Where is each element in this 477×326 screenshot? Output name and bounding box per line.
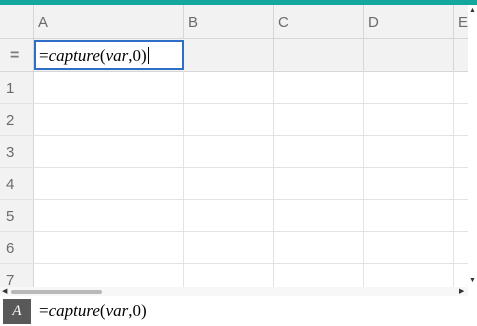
column-divider	[183, 71, 184, 287]
table-row[interactable]: 3	[0, 136, 468, 168]
row-header[interactable]: 1	[0, 72, 34, 103]
entry-arg2: 0	[132, 301, 142, 320]
formula-func: capture	[48, 46, 100, 65]
triangle-up-icon[interactable]: ▲	[469, 7, 476, 14]
row-number: 1	[6, 80, 15, 97]
scrollbar-thumb[interactable]	[11, 290, 102, 294]
column-header-c-label: C	[278, 14, 289, 31]
row-header[interactable]: 2	[0, 104, 34, 135]
corner-cell	[0, 5, 34, 38]
column-divider	[363, 71, 364, 287]
horizontal-scrollbar[interactable]: ◀ ▶	[0, 287, 468, 296]
entry-line: A =capture(var,0)	[0, 297, 477, 326]
cell-reference-badge: A	[3, 299, 31, 324]
row-header[interactable]: 3	[0, 136, 34, 167]
entry-func: capture	[48, 301, 100, 320]
column-header-b-label: B	[188, 14, 199, 31]
row-number: 2	[6, 112, 15, 129]
column-header-row: A B C D E	[0, 5, 468, 39]
row-number: 7	[6, 272, 15, 287]
formula-cell-a[interactable]: =capture(var,0)	[34, 40, 184, 70]
table-row[interactable]: 6	[0, 232, 468, 264]
column-header-a[interactable]: A	[34, 5, 184, 38]
formula-row-header: =	[0, 39, 34, 71]
triangle-right-icon[interactable]: ▶	[459, 287, 464, 296]
column-header-d-label: D	[368, 14, 379, 31]
table-row[interactable]: 1	[0, 72, 468, 104]
row-number: 5	[6, 208, 15, 225]
text-caret	[147, 47, 149, 64]
formula-paren-close: )	[141, 46, 147, 65]
column-header-b[interactable]: B	[184, 5, 274, 38]
formula-row: = =capture(var,0)	[0, 39, 468, 72]
column-divider	[273, 71, 274, 287]
entry-equals: =	[39, 301, 49, 320]
formula-arg1: var	[105, 46, 129, 65]
column-header-e-label: E	[458, 14, 468, 31]
vertical-scrollbar[interactable]: ▲ ▼	[468, 5, 477, 287]
formula-arg2: 0	[132, 46, 142, 65]
column-header-c[interactable]: C	[274, 5, 364, 38]
row-number: 6	[6, 240, 15, 257]
formula-cell-c[interactable]	[274, 39, 364, 71]
formula-cell-b[interactable]	[184, 39, 274, 71]
row-number: 4	[6, 176, 15, 193]
column-header-a-label: A	[38, 14, 49, 31]
equals-icon: =	[10, 47, 20, 64]
table-row[interactable]: 5	[0, 200, 468, 232]
table-row[interactable]: 7	[0, 264, 468, 287]
row-header[interactable]: 6	[0, 232, 34, 263]
spreadsheet-grid: A B C D E = =capture(var,0) 1 2 3 4 5 6 …	[0, 5, 468, 287]
table-row[interactable]: 4	[0, 168, 468, 200]
row-number: 3	[6, 144, 15, 161]
row-header[interactable]: 5	[0, 200, 34, 231]
entry-arg1: var	[105, 301, 129, 320]
column-header-e[interactable]: E	[454, 5, 468, 38]
row-header[interactable]: 7	[0, 264, 34, 287]
entry-paren-close: )	[141, 301, 147, 320]
table-row[interactable]: 2	[0, 104, 468, 136]
entry-line-formula[interactable]: =capture(var,0)	[39, 301, 147, 321]
triangle-left-icon[interactable]: ◀	[2, 287, 7, 296]
row-header[interactable]: 4	[0, 168, 34, 199]
formula-cell-text[interactable]: =capture(var,0)	[39, 46, 149, 66]
formula-cell-d[interactable]	[364, 39, 454, 71]
column-header-d[interactable]: D	[364, 5, 454, 38]
formula-equals: =	[39, 46, 49, 65]
triangle-down-icon[interactable]: ▼	[469, 277, 476, 284]
column-divider	[453, 71, 454, 287]
